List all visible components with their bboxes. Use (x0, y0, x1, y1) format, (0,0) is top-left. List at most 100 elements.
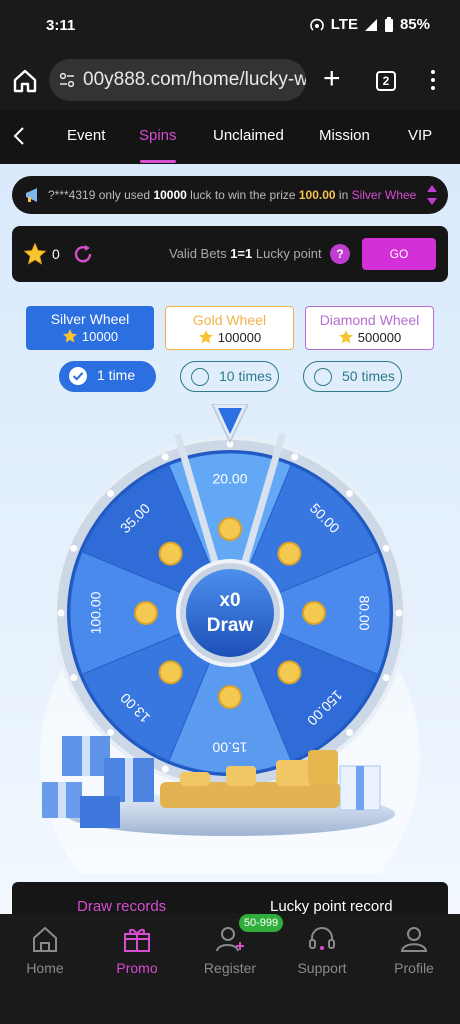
nav-label: Support (297, 960, 347, 976)
lucky-wheel: 20.0050.0080.00150.0015.0013.00100.0035.… (40, 404, 420, 874)
lucky-points-bar: 0 Valid Bets 1=1 Lucky point ? GO (12, 226, 448, 282)
ticker-user: ?***4319 (48, 188, 96, 202)
star-icon (23, 242, 47, 265)
rim-light (70, 544, 78, 552)
spin-10-times-option[interactable]: 10 times (180, 361, 279, 392)
home-icon[interactable] (12, 68, 38, 94)
coin-icon (218, 517, 242, 541)
nav-home[interactable]: Home (5, 924, 85, 976)
times-label: 10 times (219, 368, 272, 384)
network-label: LTE (330, 16, 358, 33)
rim-light (106, 489, 114, 497)
ticker-luck: 10000 (153, 188, 187, 202)
status-time: 3:11 (46, 17, 76, 34)
headset-icon (309, 927, 335, 950)
rim-light (161, 765, 169, 773)
times-label: 50 times (342, 368, 395, 384)
tab-unclaimed[interactable]: Unclaimed (213, 127, 284, 144)
signal-icon (364, 18, 377, 31)
url-text: 00y888.com/home/lucky-whe (83, 69, 306, 90)
winner-ticker: ?***4319 only used 10000 luck to win the… (12, 176, 448, 214)
gold-wheel-tab[interactable]: Gold Wheel 100000 (165, 306, 294, 350)
wheel-segment-prize: 20.00 (212, 471, 247, 487)
wheel-tab-name: Gold Wheel (192, 312, 267, 328)
wheel-segment-prize: 80.00 (356, 595, 372, 630)
nav-promo[interactable]: Promo (97, 924, 177, 976)
go-button[interactable]: GO (362, 238, 436, 270)
wheel-tab-points: 500000 (357, 329, 402, 345)
page: 3:11 LTE 85% 00y888.com/home/lucky-whe +… (0, 0, 460, 1024)
tab-vip[interactable]: VIP (408, 127, 432, 144)
ticker-text: in (335, 188, 352, 202)
valid-bets-suffix: Lucky point (252, 246, 322, 261)
wheel-segment-prize: 15.00 (212, 739, 247, 755)
home-icon (33, 926, 57, 952)
add-user-icon (216, 927, 244, 952)
lucky-point-count: 0 (52, 246, 60, 262)
rim-light (382, 674, 390, 682)
wheel-pointer (211, 404, 249, 444)
ticker-text: only used (95, 188, 154, 202)
spin-1-time-option[interactable]: 1 time (59, 361, 156, 392)
draw-label: Draw (207, 615, 254, 636)
wheel-tab-name: Silver Wheel (50, 311, 130, 327)
draw-button[interactable] (186, 569, 274, 657)
coin-icon (134, 601, 158, 625)
lucky-point-record-tab[interactable]: Lucky point record (270, 898, 393, 915)
nav-label: Promo (116, 960, 158, 976)
valid-bets-info: Valid Bets 1=1 Lucky point (169, 246, 322, 261)
star-icon (198, 330, 213, 344)
rim-light (161, 453, 169, 461)
browser-toolbar: 00y888.com/home/lucky-whe + 2 (0, 52, 460, 110)
ticker-prize: 100.00 (298, 188, 336, 202)
nav-label: Register (203, 960, 257, 976)
nav-register[interactable]: Register (190, 924, 270, 976)
rim-light (346, 729, 354, 737)
coin-icon (302, 601, 326, 625)
wheel-segment-prize: 100.00 (88, 591, 104, 634)
active-tab-indicator (140, 160, 176, 163)
tab-mission[interactable]: Mission (319, 127, 370, 144)
gift-icon (124, 928, 150, 952)
nav-label: Profile (394, 960, 434, 976)
url-bar[interactable]: 00y888.com/home/lucky-whe (49, 59, 306, 101)
back-icon[interactable] (12, 126, 26, 146)
rim-light (346, 489, 354, 497)
profile-icon (400, 927, 428, 952)
spins-top-nav: Event Spins Unclaimed Mission VIP (0, 110, 460, 164)
scroll-arrows-icon (427, 185, 437, 205)
hotspot-icon (309, 18, 324, 31)
rim-light (106, 729, 114, 737)
silver-wheel-tab[interactable]: Silver Wheel 10000 (26, 306, 154, 350)
tab-switcher-button[interactable]: 2 (376, 71, 396, 91)
site-settings-icon[interactable] (59, 72, 75, 88)
draw-records-tab[interactable]: Draw records (77, 898, 166, 915)
wheel-tab-name: Diamond Wheel (319, 312, 420, 328)
nav-label: Home (26, 960, 64, 976)
help-icon[interactable]: ? (330, 244, 350, 264)
nav-profile[interactable]: Profile (374, 924, 454, 976)
bottom-nav: Home Promo 50-999 Register Support Profi… (0, 914, 460, 1024)
new-tab-icon[interactable]: + (323, 64, 341, 94)
checked-radio-icon (69, 367, 87, 385)
rim-light (57, 609, 65, 617)
radio-icon (191, 368, 209, 386)
rim-light (291, 453, 299, 461)
coin-icon (277, 541, 302, 566)
spin-50-times-option[interactable]: 50 times (303, 361, 402, 392)
status-bar: 3:11 LTE 85% (0, 0, 460, 52)
diamond-wheel-tab[interactable]: Diamond Wheel 500000 (305, 306, 434, 350)
lucky-wheel-content: ?***4319 only used 10000 luck to win the… (0, 164, 460, 922)
browser-menu-icon[interactable] (431, 70, 437, 94)
refresh-icon[interactable] (72, 243, 94, 265)
battery-label: 85% (399, 16, 430, 33)
valid-bets-prefix: Valid Bets (169, 246, 231, 261)
star-icon (62, 329, 77, 343)
ticker-wheel-name: Silver Whee (351, 188, 417, 202)
battery-icon (384, 16, 393, 32)
rim-light (382, 544, 390, 552)
tab-spins[interactable]: Spins (139, 127, 177, 144)
tab-event[interactable]: Event (67, 127, 105, 144)
nav-support[interactable]: Support (282, 924, 362, 976)
coin-icon (277, 660, 302, 685)
